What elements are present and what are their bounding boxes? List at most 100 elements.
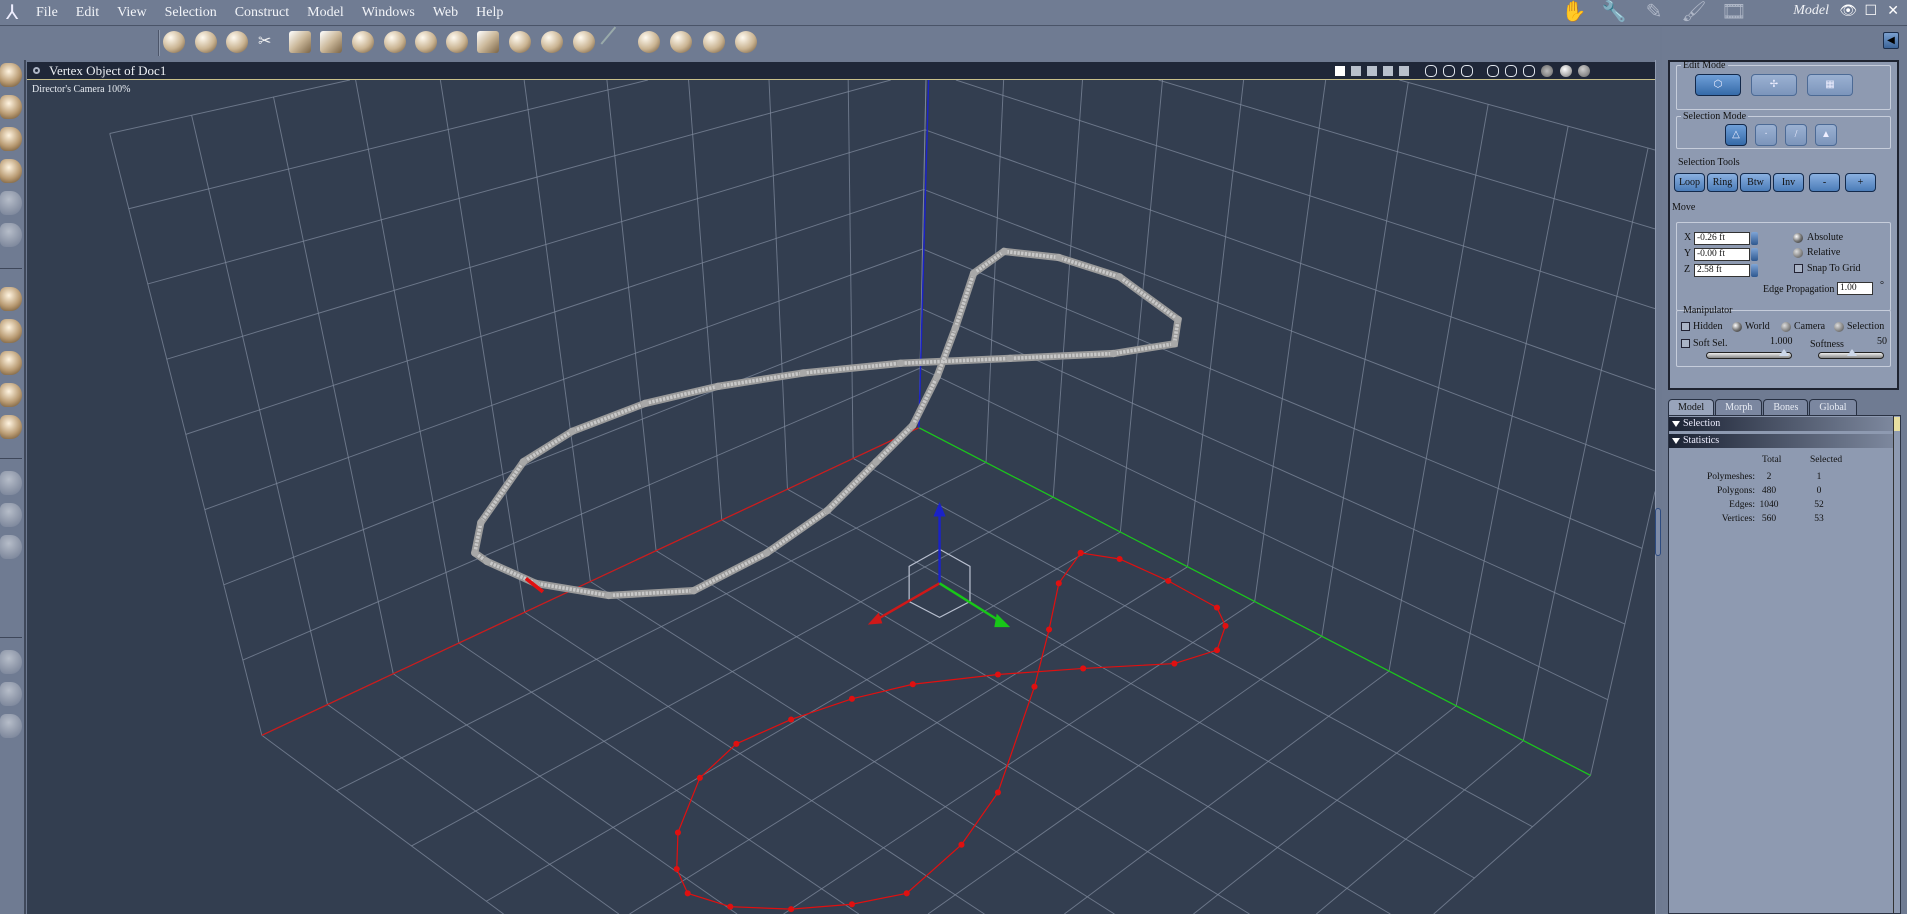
menu-edit[interactable]: Edit bbox=[76, 5, 99, 21]
move-xz-icon[interactable] bbox=[0, 319, 22, 343]
camera-radio[interactable] bbox=[1781, 322, 1791, 332]
maximize-icon[interactable]: ☐ bbox=[1864, 3, 1877, 20]
collapse-panel-button[interactable]: ◀ bbox=[1883, 32, 1899, 49]
close-icon[interactable]: ✕ bbox=[1887, 3, 1899, 20]
y-spinner[interactable] bbox=[1751, 248, 1758, 261]
side-cube-icon[interactable] bbox=[1443, 65, 1455, 77]
slider-thumb[interactable] bbox=[1847, 349, 1857, 356]
room-view-icon[interactable] bbox=[0, 415, 22, 439]
polygon-select-button[interactable]: ▲ bbox=[1815, 124, 1837, 146]
menu-view[interactable]: View bbox=[117, 5, 146, 21]
brush-room-icon[interactable]: 🖌 bbox=[1681, 1, 1707, 23]
scene-canvas[interactable] bbox=[27, 80, 1655, 914]
selection-section-header[interactable]: Selection bbox=[1669, 417, 1893, 431]
viewport-menu-icon[interactable] bbox=[33, 67, 40, 74]
deform-icon[interactable] bbox=[638, 31, 660, 53]
navigate-icon[interactable] bbox=[1487, 65, 1499, 77]
tab-morph[interactable]: Morph bbox=[1715, 399, 1763, 415]
texture-shade-icon[interactable] bbox=[1578, 65, 1590, 77]
statistics-section-header[interactable]: Statistics bbox=[1669, 434, 1893, 448]
flat-shade-icon[interactable] bbox=[1541, 65, 1553, 77]
loop-button[interactable]: Loop bbox=[1674, 173, 1705, 192]
wrap-icon[interactable] bbox=[541, 31, 563, 53]
x-spinner[interactable] bbox=[1751, 232, 1758, 245]
uv-edit-mode-button[interactable]: ▦ bbox=[1807, 74, 1853, 96]
sphere-cut-icon[interactable] bbox=[573, 31, 595, 53]
zoom-icon[interactable] bbox=[0, 535, 22, 559]
slider-thumb[interactable] bbox=[1779, 349, 1790, 356]
universal-move-icon[interactable] bbox=[0, 383, 22, 407]
bone-edit-mode-button[interactable]: ✢ bbox=[1751, 74, 1797, 96]
spline-icon[interactable] bbox=[195, 31, 217, 53]
fold-icon[interactable] bbox=[670, 31, 692, 53]
tab-global[interactable]: Global bbox=[1809, 399, 1857, 415]
tab-bones[interactable]: Bones bbox=[1763, 399, 1809, 415]
shrink-selection-button[interactable]: - bbox=[1809, 173, 1840, 192]
menu-model[interactable]: Model bbox=[307, 5, 344, 21]
hidden-checkbox[interactable] bbox=[1681, 322, 1690, 331]
single-view-icon[interactable] bbox=[1335, 66, 1345, 76]
pan-hand-icon[interactable] bbox=[0, 503, 22, 527]
magnet-icon[interactable] bbox=[226, 31, 248, 53]
snap-to-grid-checkbox[interactable] bbox=[1794, 264, 1803, 273]
goblet-icon[interactable] bbox=[446, 31, 468, 53]
vertex-display-icon[interactable] bbox=[1505, 65, 1517, 77]
hand-room-icon[interactable]: ✋ bbox=[1561, 1, 1587, 23]
x-field[interactable]: -0.26 ft bbox=[1694, 232, 1750, 245]
scale-icon[interactable] bbox=[0, 95, 22, 119]
four-view-icon[interactable] bbox=[1383, 66, 1393, 76]
menu-windows[interactable]: Windows bbox=[362, 5, 415, 21]
top-cube-icon[interactable] bbox=[1461, 65, 1473, 77]
vertex-add-icon[interactable] bbox=[289, 31, 311, 53]
box-x-icon[interactable] bbox=[477, 31, 499, 53]
soft-selection-checkbox[interactable] bbox=[1681, 339, 1690, 348]
two-view-icon[interactable] bbox=[1351, 66, 1361, 76]
edge-select-button[interactable]: / bbox=[1785, 124, 1807, 146]
menu-selection[interactable]: Selection bbox=[165, 5, 217, 21]
ring-button[interactable]: Ring bbox=[1707, 173, 1738, 192]
menu-help[interactable]: Help bbox=[476, 5, 503, 21]
sphere-primitive-icon[interactable] bbox=[163, 31, 185, 53]
selection-radio[interactable] bbox=[1834, 322, 1844, 332]
menu-file[interactable]: File bbox=[36, 5, 58, 21]
panel-scrollbar[interactable] bbox=[1893, 416, 1900, 913]
tab-model[interactable]: Model bbox=[1668, 399, 1715, 415]
orbit-icon[interactable] bbox=[0, 159, 22, 183]
menu-web[interactable]: Web bbox=[433, 5, 458, 21]
lasso-tool-icon[interactable] bbox=[0, 223, 22, 247]
rect-select-icon[interactable] bbox=[0, 650, 22, 674]
z-spinner[interactable] bbox=[1751, 264, 1758, 277]
absolute-radio[interactable] bbox=[1793, 233, 1803, 243]
pencil-room-icon[interactable]: ✎ bbox=[1641, 1, 1667, 23]
relative-radio[interactable] bbox=[1793, 248, 1803, 258]
extrude-icon[interactable] bbox=[415, 31, 437, 53]
paint-select-icon[interactable] bbox=[0, 714, 22, 738]
lasso-select-icon[interactable] bbox=[0, 682, 22, 706]
film-room-icon[interactable]: 🎞 bbox=[1721, 1, 1747, 23]
lathe-icon[interactable] bbox=[384, 31, 406, 53]
dome-icon[interactable] bbox=[352, 31, 374, 53]
softness-slider[interactable] bbox=[1818, 349, 1884, 359]
front-cube-icon[interactable] bbox=[1425, 65, 1437, 77]
twist-icon[interactable] bbox=[735, 31, 757, 53]
transform-box-icon[interactable] bbox=[320, 31, 342, 53]
scrollbar-thumb[interactable] bbox=[1894, 417, 1900, 431]
edge-propagation-field[interactable]: 1.00 bbox=[1837, 282, 1873, 295]
rotate-icon[interactable] bbox=[0, 127, 22, 151]
face-select-button[interactable]: △ bbox=[1725, 124, 1747, 146]
move-xy-icon[interactable] bbox=[0, 287, 22, 311]
camera-icon[interactable] bbox=[0, 471, 22, 495]
menu-construct[interactable]: Construct bbox=[235, 5, 289, 21]
invert-button[interactable]: Inv bbox=[1773, 173, 1804, 192]
corner-view-icon[interactable] bbox=[1399, 66, 1409, 76]
grow-selection-button[interactable]: + bbox=[1845, 173, 1876, 192]
vertex-edit-mode-button[interactable]: ⬡ bbox=[1695, 74, 1741, 96]
brush-tool-icon[interactable] bbox=[0, 191, 22, 215]
stretch-icon[interactable] bbox=[703, 31, 725, 53]
soft-selection-slider[interactable] bbox=[1706, 349, 1792, 359]
divider-handle[interactable] bbox=[1655, 508, 1661, 556]
panel-divider[interactable] bbox=[1655, 60, 1662, 914]
wireframe-icon[interactable] bbox=[1523, 65, 1535, 77]
z-field[interactable]: 2.58 ft bbox=[1694, 264, 1750, 277]
smooth-shade-icon[interactable] bbox=[1560, 65, 1572, 77]
